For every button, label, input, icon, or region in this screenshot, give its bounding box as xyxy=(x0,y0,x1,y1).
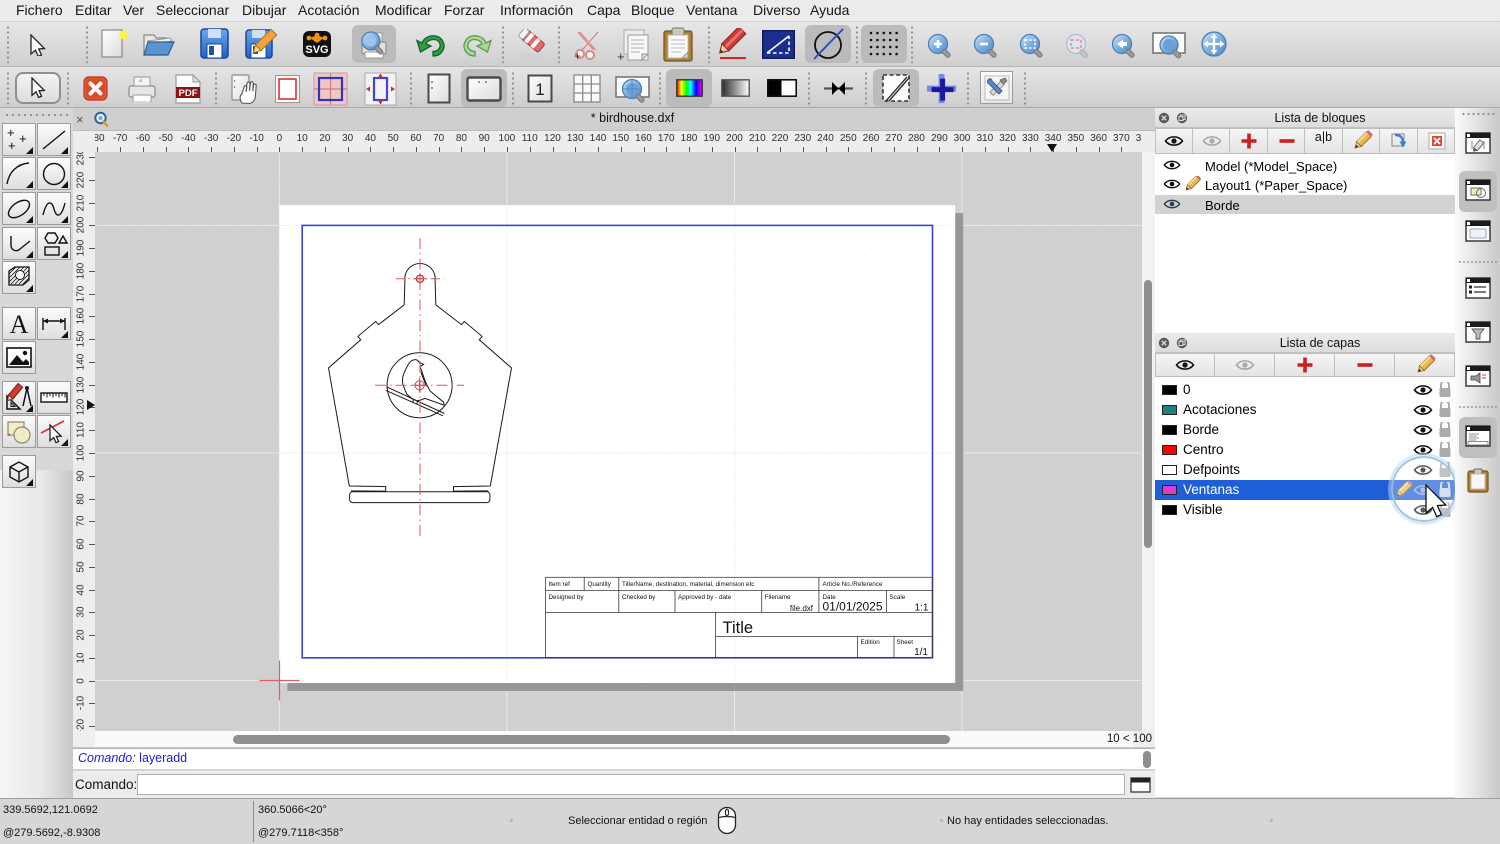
svg-text:+: + xyxy=(574,49,581,62)
svg-text:Edition: Edition xyxy=(861,639,881,646)
svg-text:SVG: SVG xyxy=(305,44,328,56)
svg-text:Designed by: Designed by xyxy=(549,594,585,601)
svg-text:+: + xyxy=(617,49,625,62)
svg-text:1:1: 1:1 xyxy=(915,603,929,614)
svg-text:1/1: 1/1 xyxy=(914,647,928,658)
svg-text:Filename: Filename xyxy=(765,594,791,601)
svg-text:+: + xyxy=(8,138,16,153)
svg-text:A: A xyxy=(10,310,29,339)
svg-text:Title/Name, destination, mater: Title/Name, destination, material, dimen… xyxy=(622,581,754,588)
svg-text:PDF: PDF xyxy=(179,88,198,99)
svg-text:Scale: Scale xyxy=(890,594,906,601)
svg-text:file.dxf: file.dxf xyxy=(790,604,814,613)
svg-text:Quantity: Quantity xyxy=(588,581,612,588)
svg-text:Checked by: Checked by xyxy=(622,594,656,601)
svg-text:1: 1 xyxy=(535,80,544,99)
svg-text:Article No./Reference: Article No./Reference xyxy=(823,581,883,588)
svg-text:01/01/2025: 01/01/2025 xyxy=(822,600,882,614)
svg-text:Approved by - date: Approved by - date xyxy=(678,594,732,601)
svg-text:Sheet: Sheet xyxy=(897,639,914,646)
svg-text:+: + xyxy=(19,131,27,146)
svg-text:Title: Title xyxy=(723,619,754,637)
svg-text:Item ref: Item ref xyxy=(549,581,571,588)
